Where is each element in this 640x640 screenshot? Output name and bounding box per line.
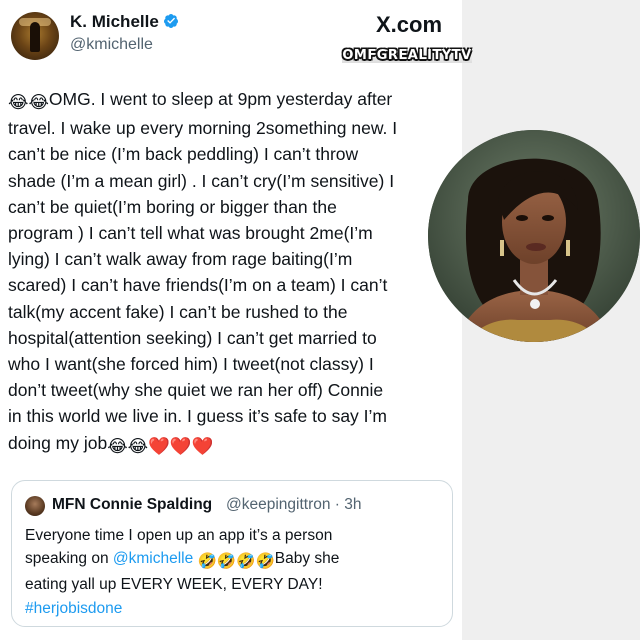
quoted-tweet-card[interactable]: MFN Connie Spalding @keepingittron · 3h … xyxy=(11,480,453,627)
tweet-line: can’t be quiet(I’m boring or bigger than… xyxy=(8,196,337,217)
quoted-line: eating yall up EVERY WEEK, EVERY DAY! xyxy=(25,576,323,594)
tweet-line: doing my job😂😂❤️❤️❤️ xyxy=(8,430,448,459)
tweet-line: shade (I’m a mean girl) . I can’t cry(I’… xyxy=(8,170,395,191)
quoted-author-avatar[interactable] xyxy=(25,496,45,516)
rofl-emoji-icon: 🤣🤣🤣🤣 xyxy=(197,553,275,571)
portrait-photo xyxy=(428,130,640,342)
tweet-line: don’t tweet(why she quiet we ran her off… xyxy=(8,380,384,401)
tweet-line: who I want(she forced him) I tweet(not c… xyxy=(8,354,374,375)
verified-badge-icon xyxy=(163,14,178,28)
tweet-line: travel. I wake up every morning 2somethi… xyxy=(8,118,398,139)
tweet-line: scared) I can’t have friends(I’m on a te… xyxy=(8,275,388,296)
quoted-author-name[interactable]: MFN Connie Spalding xyxy=(52,496,212,514)
watermark-logo: OMFGREALITYTV xyxy=(336,44,478,66)
author-name-row[interactable]: K. Michelle xyxy=(70,12,179,32)
hashtag-link[interactable]: #herjobisdone xyxy=(25,597,445,620)
tweet-line: hospital(attention seeking) I can’t get … xyxy=(8,327,377,348)
laughing-emoji-icon: 😂😂 xyxy=(8,92,49,112)
tweet-line: can’t be nice (I’m back peddling) I can’… xyxy=(8,144,359,165)
tweet-line: in this world we live in. I guess it’s s… xyxy=(8,406,387,427)
quoted-author-handle-time[interactable]: @keepingittron · 3h xyxy=(226,496,362,514)
author-handle[interactable]: @kmichelle xyxy=(70,36,153,54)
tweet-line: program ) I can’t tell what was brought … xyxy=(8,223,373,244)
author-name[interactable]: K. Michelle xyxy=(70,12,159,31)
tweet-text: 😂😂OMG. I went to sleep at 9pm yesterday … xyxy=(8,86,448,459)
portrait-illustration xyxy=(428,130,640,342)
tweet-line: talk(my accent fake) I can’t be rushed t… xyxy=(8,301,348,322)
laughing-and-heart-emoji-icon: 😂😂❤️❤️❤️ xyxy=(107,435,214,456)
avatar-figure xyxy=(30,22,40,52)
watermark-text: OMFGREALITYTV xyxy=(342,47,472,63)
author-avatar[interactable] xyxy=(11,12,59,60)
tweet-line: lying) I can’t walk away from rage baiti… xyxy=(8,249,353,270)
tweet-line: 😂😂OMG. I went to sleep at 9pm yesterday … xyxy=(8,86,448,115)
mention-link[interactable]: @kmichelle xyxy=(113,550,193,567)
quoted-tweet-text: Everyone time I open up an app it’s a pe… xyxy=(25,524,445,620)
quoted-line: speaking on @kmichelle 🤣🤣🤣🤣Baby she xyxy=(25,547,445,573)
quoted-line: Everyone time I open up an app it’s a pe… xyxy=(25,527,333,544)
x-brand-text: X.com xyxy=(376,12,443,37)
